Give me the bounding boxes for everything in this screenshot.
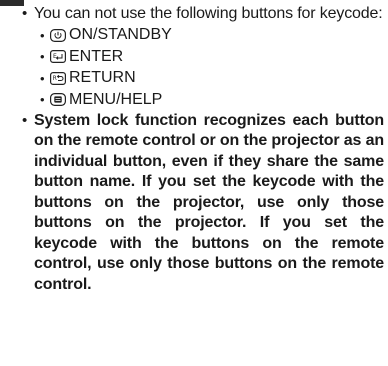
bullet: • — [22, 111, 28, 129]
enter-button-icon: E — [49, 50, 66, 64]
bullet: • — [40, 27, 45, 43]
list-item-return: • R RETURN — [40, 68, 384, 90]
list-item-on-standby: • ON/STANDBY — [40, 25, 384, 47]
button-label: MENU/HELP — [69, 90, 163, 108]
bullet: • — [40, 70, 45, 86]
bullet: • — [40, 92, 45, 108]
page-corner-mark — [0, 0, 24, 6]
button-label: RETURN — [69, 69, 136, 87]
notes-list: • You can not use the following buttons … — [22, 4, 384, 295]
return-button-icon: R — [49, 71, 66, 85]
button-label: ON/STANDBY — [69, 26, 172, 44]
power-button-icon — [49, 28, 66, 42]
note-text: System lock function recognizes each but… — [34, 111, 384, 293]
note-system-lock: • System lock function recognizes each b… — [22, 111, 384, 296]
list-item-menu-help: • MENU/HELP — [40, 89, 384, 111]
note-text: You can not use the following buttons fo… — [34, 5, 383, 22]
note-keycode-restrictions: • You can not use the following buttons … — [22, 4, 384, 111]
menu-button-icon — [49, 93, 66, 107]
restricted-buttons-list: • ON/STANDBY • E ENTER • R RETURN • MENU… — [34, 25, 384, 111]
button-label: ENTER — [69, 47, 124, 65]
svg-text:R: R — [52, 75, 56, 82]
svg-text:E: E — [53, 53, 57, 60]
bullet: • — [22, 5, 28, 22]
bullet: • — [40, 49, 45, 65]
list-item-enter: • E ENTER — [40, 46, 384, 68]
